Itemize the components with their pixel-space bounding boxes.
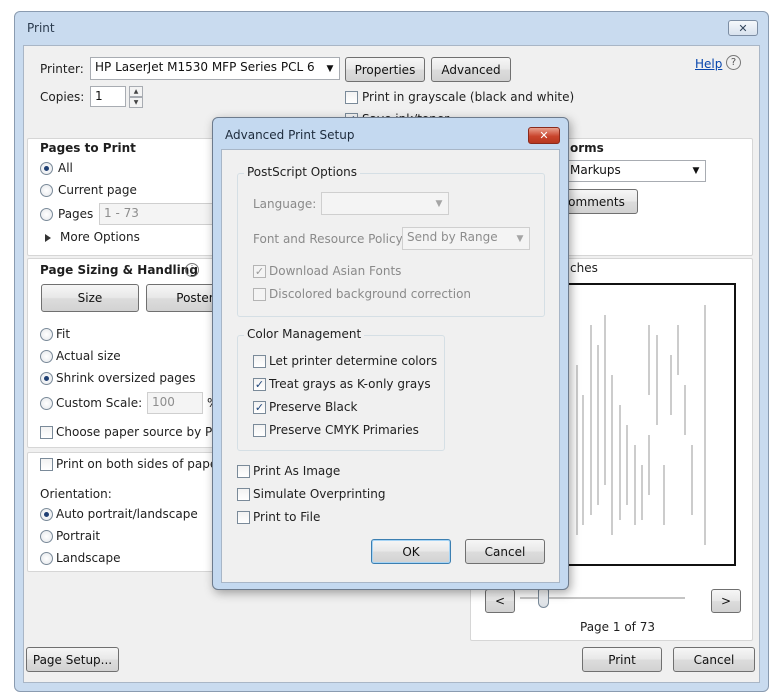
cancel-button[interactable]: Cancel <box>673 647 755 672</box>
copies-label: Copies: <box>40 90 85 104</box>
chevron-up-icon: ▲ <box>133 88 139 95</box>
preserve-cmyk-checkbox[interactable] <box>253 424 266 437</box>
preserve-cmyk-label: Preserve CMYK Primaries <box>269 423 419 437</box>
advanced-cancel-button[interactable]: Cancel <box>465 539 545 564</box>
copies-up-button[interactable]: ▲ <box>129 86 143 97</box>
shrink-oversized-radio[interactable] <box>40 372 53 385</box>
advanced-dialog-client: PostScript Options Language: ▼ Font and … <box>221 149 560 583</box>
expand-triangle-icon[interactable] <box>45 234 51 242</box>
help-circle-icon[interactable]: ? <box>726 55 741 70</box>
chevron-down-icon: ▼ <box>435 198 443 209</box>
close-icon: ✕ <box>539 129 549 142</box>
printer-select[interactable]: HP LaserJet M1530 MFP Series PCL 6 ▼ <box>90 57 340 80</box>
print-as-image-checkbox[interactable] <box>237 465 250 478</box>
orientation-label: Orientation: <box>40 487 112 501</box>
actual-size-radio[interactable] <box>40 350 53 363</box>
pages-to-print-title: Pages to Print <box>40 141 136 155</box>
grayscale-label: Print in grayscale (black and white) <box>362 90 575 104</box>
portrait-label: Portrait <box>56 529 101 543</box>
printer-label: Printer: <box>40 62 84 76</box>
current-page-label: Current page <box>58 183 137 197</box>
close-icon: ✕ <box>738 21 748 35</box>
shrink-oversized-label: Shrink oversized pages <box>56 371 196 385</box>
size-button[interactable]: Size <box>41 284 139 312</box>
print-as-image-label: Print As Image <box>253 464 341 478</box>
treat-grays-label: Treat grays as K-only grays <box>269 377 431 391</box>
both-sides-label: Print on both sides of paper <box>56 457 223 471</box>
page-sizing-title: Page Sizing & Handling <box>40 263 198 277</box>
page-setup-button[interactable]: Page Setup... <box>26 647 119 672</box>
advanced-button[interactable]: Advanced <box>431 57 511 82</box>
postscript-options-title: PostScript Options <box>244 165 361 179</box>
comments-forms-select[interactable]: Markups ▼ <box>565 160 706 182</box>
pages-range-radio[interactable] <box>40 208 53 221</box>
grayscale-checkbox[interactable] <box>345 91 358 104</box>
window-title: Print <box>27 21 55 35</box>
fit-label: Fit <box>56 327 71 341</box>
paper-source-checkbox[interactable] <box>40 426 53 439</box>
print-to-file-label: Print to File <box>253 510 321 524</box>
window-close-button[interactable]: ✕ <box>728 20 758 36</box>
copies-down-button[interactable]: ▼ <box>129 97 143 108</box>
advanced-print-setup-dialog: Advanced Print Setup ✕ PostScript Option… <box>212 117 569 590</box>
custom-scale-label: Custom Scale: <box>56 396 143 410</box>
both-sides-checkbox[interactable] <box>40 458 53 471</box>
simulate-overprinting-label: Simulate Overprinting <box>253 487 386 501</box>
custom-scale-input[interactable]: 100 <box>147 392 203 414</box>
page-preview <box>563 283 736 566</box>
fit-radio[interactable] <box>40 328 53 341</box>
comments-forms-value: Markups <box>570 163 621 177</box>
pages-range-input[interactable]: 1 - 73 <box>99 203 219 225</box>
help-link[interactable]: Help <box>695 57 722 71</box>
all-pages-label: All <box>58 161 73 175</box>
download-asian-fonts-checkbox[interactable]: ✓ <box>253 265 266 278</box>
current-page-radio[interactable] <box>40 184 53 197</box>
preview-document-image <box>576 305 706 545</box>
actual-size-label: Actual size <box>56 349 121 363</box>
treat-grays-checkbox[interactable]: ✓ <box>253 378 266 391</box>
comments-forms-title: orms <box>570 141 604 155</box>
custom-scale-radio[interactable] <box>40 397 53 410</box>
chevron-down-icon: ▼ <box>133 99 139 106</box>
color-management-title: Color Management <box>244 327 365 341</box>
discolored-background-checkbox[interactable] <box>253 288 266 301</box>
font-policy-label: Font and Resource Policy: <box>253 232 406 246</box>
chevron-down-icon: ▼ <box>692 166 700 176</box>
next-page-button[interactable]: > <box>711 589 741 613</box>
printer-select-value: HP LaserJet M1530 MFP Series PCL 6 <box>95 60 315 74</box>
chevron-down-icon: ▼ <box>516 233 524 244</box>
language-label: Language: <box>253 197 317 211</box>
advanced-ok-button[interactable]: OK <box>371 539 451 564</box>
portrait-radio[interactable] <box>40 530 53 543</box>
info-icon[interactable]: i <box>185 263 199 277</box>
let-printer-colors-label: Let printer determine colors <box>269 354 438 368</box>
all-pages-radio[interactable] <box>40 162 53 175</box>
let-printer-colors-checkbox[interactable] <box>253 355 266 368</box>
font-policy-value: Send by Range <box>407 230 498 244</box>
preserve-black-label: Preserve Black <box>269 400 358 414</box>
page-slider-thumb[interactable] <box>538 589 549 608</box>
advanced-dialog-close-button[interactable]: ✕ <box>528 127 560 144</box>
print-to-file-checkbox[interactable] <box>237 511 250 524</box>
font-policy-select[interactable]: Send by Range ▼ <box>402 227 530 250</box>
more-options-toggle[interactable]: More Options <box>60 230 140 244</box>
landscape-label: Landscape <box>56 551 121 565</box>
chevron-down-icon: ▼ <box>326 63 334 74</box>
preserve-black-checkbox[interactable]: ✓ <box>253 401 266 414</box>
language-select[interactable]: ▼ <box>321 192 449 215</box>
simulate-overprinting-checkbox[interactable] <box>237 488 250 501</box>
preview-units-label: ches <box>570 261 598 275</box>
page-status: Page 1 of 73 <box>580 620 655 634</box>
previous-page-button[interactable]: < <box>485 589 515 613</box>
copies-input[interactable]: 1 <box>90 86 126 107</box>
print-button[interactable]: Print <box>582 647 662 672</box>
pages-range-label: Pages <box>58 207 94 221</box>
auto-orientation-label: Auto portrait/landscape <box>56 507 198 521</box>
properties-button[interactable]: Properties <box>345 57 425 82</box>
discolored-background-label: Discolored background correction <box>269 287 472 301</box>
auto-orientation-radio[interactable] <box>40 508 53 521</box>
landscape-radio[interactable] <box>40 552 53 565</box>
download-asian-fonts-label: Download Asian Fonts <box>269 264 402 278</box>
advanced-dialog-title: Advanced Print Setup <box>225 128 355 142</box>
